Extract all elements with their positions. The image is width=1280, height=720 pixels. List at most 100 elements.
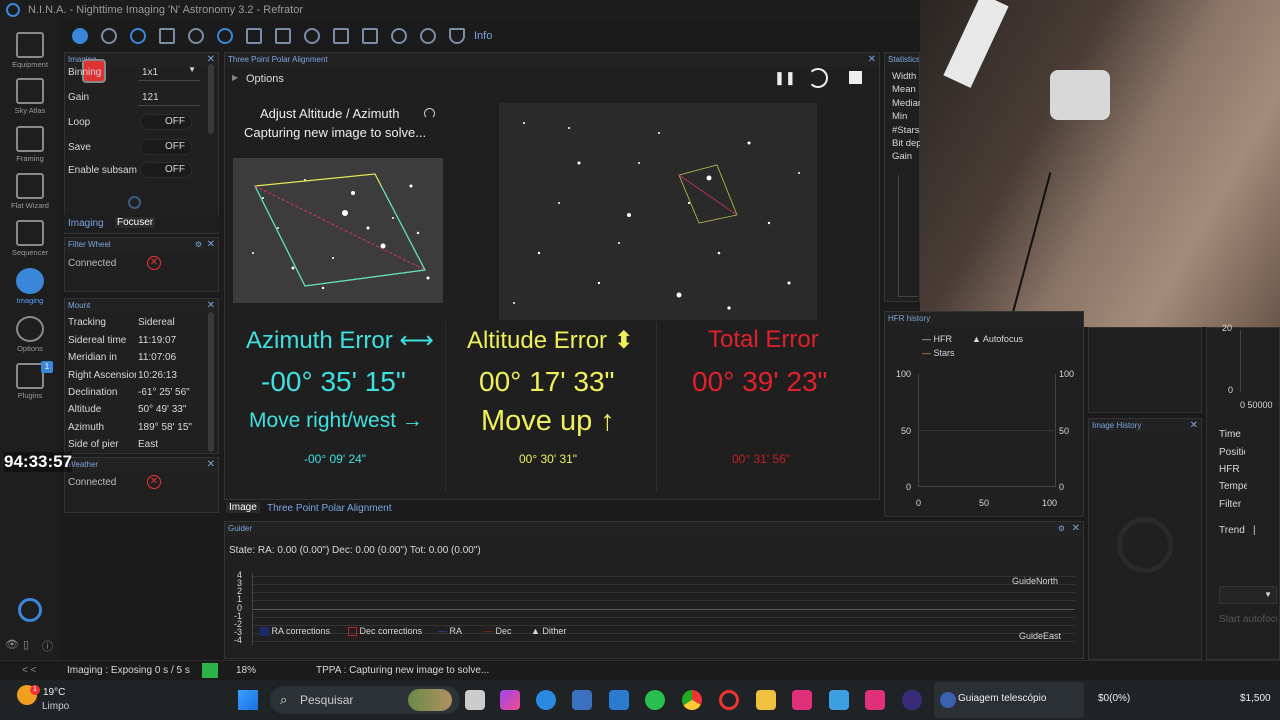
nav-options[interactable]: Options: [0, 316, 60, 353]
x-tick: 100: [1042, 498, 1058, 508]
sky-atlas-icon: [16, 78, 44, 104]
horizontal-arrows-icon: ⟷: [399, 327, 434, 354]
legend-dec: ― Dec: [484, 626, 512, 636]
nina-icon[interactable]: [902, 690, 922, 710]
step-title: Adjust Altitude / Azimuth: [260, 106, 400, 121]
gridline: [918, 430, 1056, 431]
close-icon[interactable]: ✕: [868, 53, 876, 67]
ticker-value: $0(0%): [1098, 693, 1131, 704]
imaging-tabs: Imaging Focuser: [64, 215, 219, 232]
start-autofocus-button[interactable]: Start autofocus: [1219, 614, 1277, 625]
whatsapp-icon[interactable]: [645, 690, 665, 710]
scrollbar[interactable]: [208, 312, 214, 452]
telescope-tube: [943, 0, 1009, 88]
eye-icon[interactable]: 👁: [5, 638, 19, 651]
close-icon[interactable]: ✕: [1190, 419, 1198, 433]
x-tick: 0 50000: [1240, 400, 1273, 410]
taskbar-search[interactable]: ⌕ Pesquisar: [270, 686, 460, 714]
tab-imaging[interactable]: Imaging: [68, 218, 104, 229]
refresh-icon[interactable]: [808, 68, 828, 88]
settings-icon[interactable]: ⚙: [195, 238, 202, 252]
copilot-icon[interactable]: [500, 690, 520, 710]
spinner-icon: [424, 108, 435, 119]
guide-east-label: GuideEast: [1019, 631, 1062, 641]
active-window-button[interactable]: Guiagem telescópio: [934, 682, 1084, 718]
nav-sky-atlas[interactable]: Sky Atlas: [0, 78, 60, 115]
app-icon[interactable]: [865, 690, 885, 710]
mount-value: -61° 25' 56": [138, 387, 190, 398]
info-icon[interactable]: ⓘ: [42, 638, 53, 654]
subsample-toggle[interactable]: OFF: [140, 162, 192, 178]
lightbulb-icon[interactable]: [420, 28, 436, 44]
nav-imaging[interactable]: Imaging: [0, 268, 60, 305]
nav-sequencer[interactable]: Sequencer: [0, 220, 60, 257]
observatory-icon[interactable]: [333, 28, 349, 44]
total-sub-error: 00° 31' 56": [732, 452, 791, 466]
nav-flat-wizard[interactable]: Flat Wizard: [0, 173, 60, 210]
info-label[interactable]: Info: [474, 30, 492, 42]
shield-icon[interactable]: [449, 28, 465, 44]
legend-ra-corrections: RA corrections: [260, 626, 330, 637]
book-icon[interactable]: ▯: [23, 638, 29, 651]
line-chart-icon[interactable]: [391, 28, 407, 44]
options-expander[interactable]: Options: [246, 73, 284, 85]
altitude-error-label: Altitude Error ⬍: [467, 327, 634, 354]
nav-equipment[interactable]: Equipment: [0, 32, 60, 69]
list-icon[interactable]: [246, 28, 262, 44]
tppa-status: TPPA : Capturing new image to solve...: [316, 665, 490, 676]
tab-focuser[interactable]: Focuser: [115, 217, 156, 228]
app-icon[interactable]: [829, 690, 849, 710]
af-label: Filter: [1219, 499, 1242, 510]
stop-icon[interactable]: [849, 71, 862, 84]
tab-three-point-polar-alignment[interactable]: Three Point Polar Alignment: [267, 503, 392, 514]
guide-north-label: GuideNorth: [1012, 576, 1059, 586]
tab-image[interactable]: Image: [226, 502, 260, 513]
gain-input[interactable]: 121: [138, 88, 200, 106]
target-icon[interactable]: [217, 28, 233, 44]
pause-icon[interactable]: ❚❚: [774, 71, 796, 85]
disconnect-icon[interactable]: ✕: [147, 475, 161, 489]
camera-icon[interactable]: [72, 28, 88, 44]
close-icon[interactable]: ✕: [207, 299, 215, 313]
azimuth-move-hint: Move right/west →: [249, 409, 423, 432]
edge-icon[interactable]: [536, 690, 556, 710]
app-icon[interactable]: [792, 690, 812, 710]
folder-icon[interactable]: [756, 690, 776, 710]
bar-chart-icon[interactable]: [362, 28, 378, 44]
progress-percent: 18%: [236, 665, 257, 676]
save-toggle[interactable]: OFF: [140, 139, 192, 155]
arc-icon[interactable]: [304, 28, 320, 44]
crop-icon[interactable]: [159, 28, 175, 44]
collapse-button[interactable]: < <: [22, 665, 36, 676]
nav-framing[interactable]: Framing: [0, 126, 60, 163]
search-icon: ⌕: [280, 692, 288, 707]
filter-wheel-icon[interactable]: [101, 28, 117, 44]
rotator-icon[interactable]: [188, 28, 204, 44]
scrollbar[interactable]: [208, 64, 214, 134]
stat-label: Bit depth: [892, 138, 920, 150]
close-icon[interactable]: ✕: [207, 238, 215, 252]
app-icon[interactable]: [609, 690, 629, 710]
weather-condition: Limpo: [42, 701, 70, 712]
opera-icon[interactable]: [719, 690, 739, 710]
expand-icon[interactable]: ▶: [232, 73, 238, 82]
search-highlight-image: [408, 689, 452, 711]
close-icon[interactable]: ✕: [1072, 522, 1080, 536]
sliders-icon[interactable]: [275, 28, 291, 44]
close-icon[interactable]: ✕: [207, 458, 215, 472]
disconnect-icon[interactable]: ✕: [147, 256, 161, 270]
binning-label: Binning: [68, 67, 102, 78]
arrow-up-icon: ↑: [600, 405, 615, 437]
store-icon[interactable]: [572, 690, 592, 710]
power-icon[interactable]: [18, 598, 42, 622]
focuser-icon[interactable]: [130, 28, 146, 44]
chrome-icon[interactable]: [682, 690, 702, 710]
loop-toggle[interactable]: OFF: [140, 114, 192, 130]
autofocus-select[interactable]: ▼: [1219, 586, 1277, 604]
mount-value: 10:26:13: [138, 370, 177, 381]
windows-start-icon[interactable]: [238, 690, 258, 710]
binning-select[interactable]: 1x1 ▼: [138, 63, 200, 81]
task-view-icon[interactable]: [465, 690, 485, 710]
capture-icon[interactable]: [128, 196, 141, 209]
settings-icon[interactable]: ⚙: [1058, 522, 1065, 536]
